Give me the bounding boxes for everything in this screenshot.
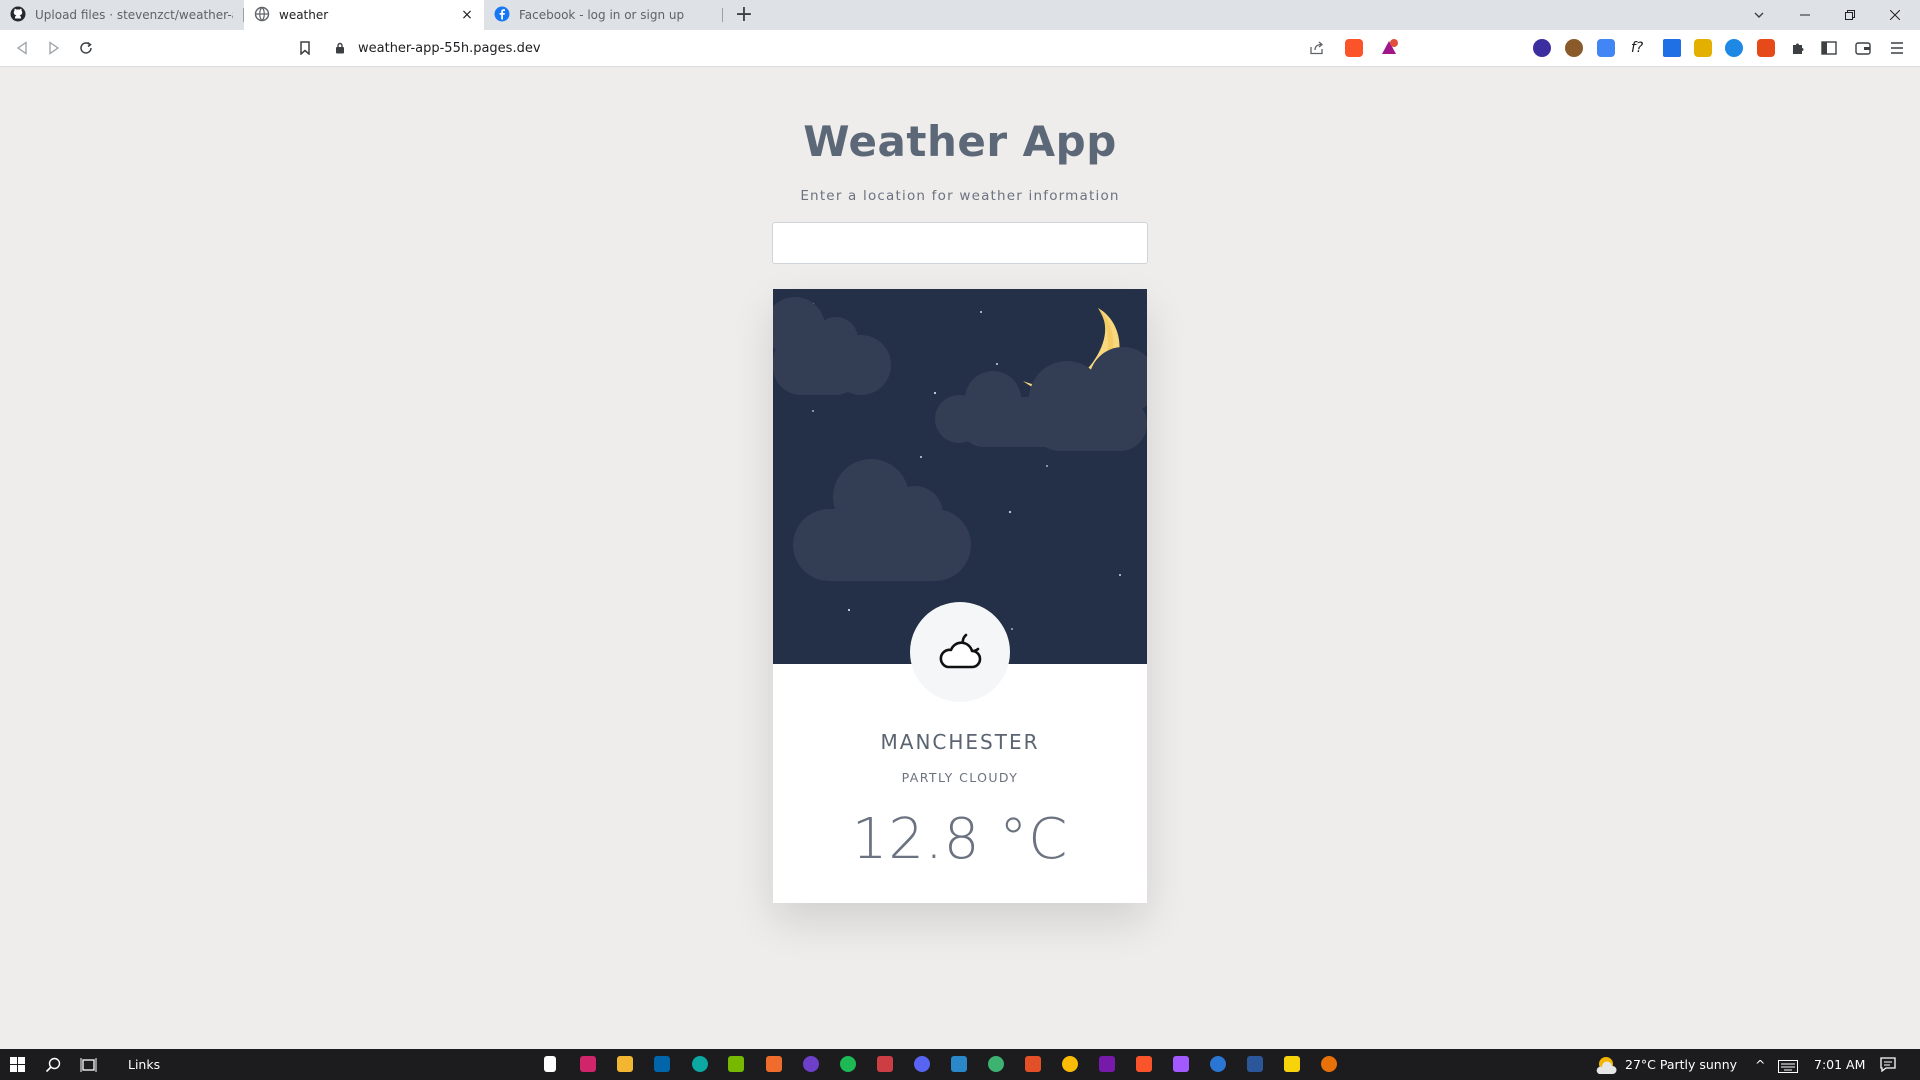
spotify-icon[interactable] bbox=[840, 1056, 856, 1072]
wallet-icon[interactable] bbox=[1852, 37, 1874, 59]
sticky-notes-icon[interactable] bbox=[1284, 1056, 1300, 1072]
app-icon[interactable] bbox=[1210, 1056, 1226, 1072]
moon-cloud-icon bbox=[936, 629, 984, 675]
weather-icon-badge bbox=[910, 602, 1010, 702]
app-icon[interactable] bbox=[988, 1056, 1004, 1072]
translate-extension-icon[interactable] bbox=[1597, 39, 1615, 57]
extension-icon[interactable] bbox=[1533, 39, 1551, 57]
reload-icon[interactable] bbox=[75, 37, 97, 59]
onenote-icon[interactable] bbox=[1099, 1056, 1115, 1072]
weather-sun-cloud-icon[interactable] bbox=[1595, 1055, 1617, 1079]
search-icon[interactable] bbox=[45, 1057, 61, 1077]
github-icon bbox=[10, 6, 26, 25]
figma-icon[interactable] bbox=[1025, 1056, 1041, 1072]
app-icon[interactable] bbox=[580, 1056, 596, 1072]
edge-icon[interactable] bbox=[692, 1056, 708, 1072]
keyboard-icon[interactable] bbox=[1778, 1058, 1798, 1077]
extensions-puzzle-icon[interactable] bbox=[1787, 37, 1809, 59]
brave-rewards-icon[interactable] bbox=[1380, 39, 1398, 57]
back-icon[interactable] bbox=[11, 37, 33, 59]
cookie-extension-icon[interactable] bbox=[1565, 39, 1583, 57]
app-title: Weather App bbox=[803, 117, 1117, 166]
tab-divider bbox=[722, 8, 723, 22]
temperature-readout: 12.8 °C bbox=[851, 807, 1069, 872]
chrome-icon[interactable] bbox=[1062, 1056, 1078, 1072]
color-picker-extension-icon[interactable] bbox=[1663, 39, 1681, 57]
tab-facebook[interactable]: Facebook - log in or sign up bbox=[484, 0, 722, 30]
vscode-icon[interactable] bbox=[654, 1056, 670, 1072]
extension-icon[interactable] bbox=[1757, 39, 1775, 57]
forward-icon[interactable] bbox=[43, 37, 65, 59]
file-explorer-icon[interactable] bbox=[617, 1056, 633, 1072]
links-toolbar[interactable]: Links bbox=[128, 1049, 160, 1080]
nvidia-icon[interactable] bbox=[728, 1056, 744, 1072]
notifications-icon[interactable] bbox=[1880, 1057, 1896, 1076]
tab-title: Upload files · stevenzct/weather-app bbox=[35, 8, 233, 22]
page-content: Weather App Enter a location for weather… bbox=[0, 67, 1920, 1049]
github-desktop-icon[interactable] bbox=[803, 1056, 819, 1072]
app-icon[interactable] bbox=[877, 1056, 893, 1072]
browser-tab-strip: Upload files · stevenzct/weather-app wea… bbox=[0, 0, 1920, 30]
restore-icon[interactable] bbox=[1829, 0, 1871, 30]
minimize-icon[interactable] bbox=[1784, 0, 1826, 30]
facebook-icon bbox=[494, 6, 510, 25]
extension-icon[interactable] bbox=[1694, 39, 1712, 57]
show-hidden-icons-chevron-icon[interactable]: ^ bbox=[1755, 1049, 1765, 1080]
brave-shields-icon[interactable] bbox=[1345, 39, 1363, 57]
tab-title: Facebook - log in or sign up bbox=[519, 8, 685, 22]
tab-weather[interactable]: weather × bbox=[244, 0, 484, 30]
share-icon[interactable] bbox=[1306, 37, 1328, 59]
taskbar-weather[interactable]: 27°C Partly sunny bbox=[1625, 1049, 1737, 1080]
weather-condition: PARTLY CLOUDY bbox=[901, 770, 1019, 785]
tab-title: weather bbox=[279, 8, 329, 22]
close-tab-icon[interactable]: × bbox=[460, 7, 474, 23]
clock-time[interactable]: 7:01 AM bbox=[1814, 1049, 1865, 1080]
discord-icon[interactable] bbox=[914, 1056, 930, 1072]
tab-github-upload[interactable]: Upload files · stevenzct/weather-app bbox=[0, 0, 243, 30]
tab-search-chevron-icon[interactable] bbox=[1738, 0, 1780, 30]
browser-toolbar: weather-app-55h.pages.dev f? bbox=[0, 30, 1920, 67]
app-icon[interactable] bbox=[1173, 1056, 1189, 1072]
task-view-icon[interactable] bbox=[80, 1057, 97, 1077]
url-text: weather-app-55h.pages.dev bbox=[358, 40, 541, 56]
brave-icon[interactable] bbox=[1136, 1056, 1152, 1072]
lock-icon bbox=[328, 42, 352, 54]
windows-start-icon[interactable] bbox=[10, 1057, 25, 1076]
new-tab-button[interactable]: + bbox=[733, 2, 755, 28]
windows-taskbar: Links 27°C Partly sunny ^ 7:01 AM bbox=[0, 1049, 1920, 1080]
app-icon[interactable] bbox=[766, 1056, 782, 1072]
menu-icon[interactable] bbox=[1886, 37, 1908, 59]
sidebar-icon[interactable] bbox=[1818, 37, 1840, 59]
subtitle: Enter a location for weather information bbox=[800, 188, 1120, 204]
chrome-canary-icon[interactable] bbox=[1321, 1056, 1337, 1072]
city-name: MANCHESTER bbox=[880, 730, 1040, 754]
app-icon[interactable] bbox=[951, 1056, 967, 1072]
notepad-icon[interactable] bbox=[544, 1056, 556, 1072]
location-input[interactable] bbox=[772, 222, 1148, 264]
globe-icon bbox=[254, 6, 270, 25]
address-bar[interactable]: weather-app-55h.pages.dev bbox=[328, 33, 1406, 63]
extension-icon[interactable] bbox=[1725, 39, 1743, 57]
word-icon[interactable] bbox=[1247, 1056, 1263, 1072]
weather-card: MANCHESTER PARTLY CLOUDY 12.8 °C bbox=[773, 289, 1147, 903]
close-window-icon[interactable] bbox=[1874, 0, 1916, 30]
function-extension-icon[interactable]: f? bbox=[1628, 39, 1646, 57]
bookmark-icon[interactable] bbox=[294, 37, 316, 59]
